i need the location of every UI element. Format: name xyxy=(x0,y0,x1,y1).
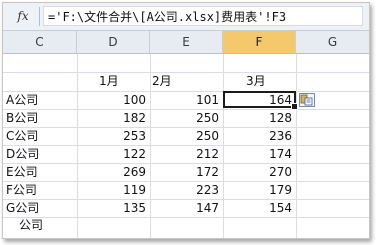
cell-value-f[interactable]: 179 xyxy=(223,181,296,199)
cell-company[interactable]: G公司 xyxy=(6,199,39,217)
cell-value-e[interactable]: 101 xyxy=(150,91,223,109)
cell-company[interactable]: C公司 xyxy=(6,127,38,145)
cell-e-month-header[interactable]: 2月 xyxy=(152,72,172,90)
cell-value-d[interactable]: 269 xyxy=(77,163,150,181)
cell-company-partial[interactable]: 公司 xyxy=(19,216,43,234)
active-cell-selection[interactable] xyxy=(223,91,298,110)
cell-value-d[interactable]: 135 xyxy=(77,199,150,217)
cell-value-e[interactable]: 147 xyxy=(150,199,223,217)
cell-value-f[interactable]: 236 xyxy=(223,127,296,145)
column-header-row: C D E F G xyxy=(3,31,369,54)
gridline xyxy=(296,54,297,238)
cell-f-month-header[interactable]: 3月 xyxy=(246,72,266,90)
formula-bar-divider xyxy=(39,7,40,26)
gridline xyxy=(3,217,369,218)
insert-function-button[interactable]: fx xyxy=(12,7,34,25)
fill-handle[interactable] xyxy=(291,103,298,110)
cell-value-d[interactable]: 100 xyxy=(77,91,150,109)
cell-value-f[interactable]: 154 xyxy=(223,199,296,217)
cell-value-e[interactable]: 250 xyxy=(150,109,223,127)
cell-company[interactable]: B公司 xyxy=(6,109,38,127)
cell-value-d[interactable]: 119 xyxy=(77,181,150,199)
column-header-g[interactable]: G xyxy=(296,31,369,53)
spreadsheet-window: fx ='F:\文件合并\[A公司.xlsx]费用表'!F3 C D E F G… xyxy=(2,2,370,239)
column-header-c[interactable]: C xyxy=(3,31,77,53)
cell-company[interactable]: A公司 xyxy=(6,91,38,109)
cell-value-e[interactable]: 212 xyxy=(150,145,223,163)
cell-company[interactable]: E公司 xyxy=(6,163,38,181)
cell-value-d[interactable]: 122 xyxy=(77,145,150,163)
cell-value-f[interactable]: 174 xyxy=(223,145,296,163)
column-header-f[interactable]: F xyxy=(223,31,296,53)
paste-options-icon[interactable] xyxy=(299,93,315,107)
cell-value-e[interactable]: 172 xyxy=(150,163,223,181)
cell-value-f[interactable]: 128 xyxy=(223,109,296,127)
cell-company[interactable]: F公司 xyxy=(6,181,37,199)
cell-value-e[interactable]: 250 xyxy=(150,127,223,145)
cell-value-d[interactable]: 182 xyxy=(77,109,150,127)
formula-input[interactable]: ='F:\文件合并\[A公司.xlsx]费用表'!F3 xyxy=(43,6,363,26)
cell-grid[interactable]: 1月 2月 3月 A公司 100 101 164 B公司 182 250 128… xyxy=(3,54,369,238)
cell-value-f[interactable]: 270 xyxy=(223,163,296,181)
column-header-d[interactable]: D xyxy=(77,31,150,53)
column-header-e[interactable]: E xyxy=(150,31,223,53)
formula-bar: fx ='F:\文件合并\[A公司.xlsx]费用表'!F3 xyxy=(3,3,369,31)
gridline xyxy=(3,72,369,73)
cell-d-month-header[interactable]: 1月 xyxy=(99,72,119,90)
cell-value-e[interactable]: 223 xyxy=(150,181,223,199)
cell-value-d[interactable]: 253 xyxy=(77,127,150,145)
cell-company[interactable]: D公司 xyxy=(6,145,39,163)
